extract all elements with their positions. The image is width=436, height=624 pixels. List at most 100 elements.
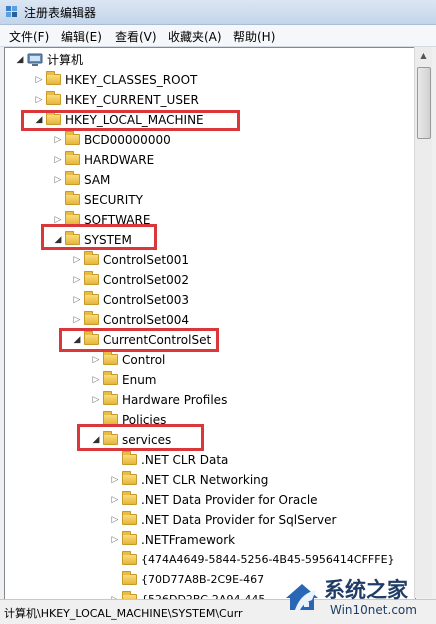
registry-tree[interactable]: ◢ 计算机 ▷ HKEY_CLASSES_ROOT ▷ HKEY_CURRENT_USER… [4,47,416,600]
folder-icon [122,491,137,505]
title-bar: 注册表编辑器 [0,0,436,25]
tree-node-label: .NET Data Provider for Oracle [141,493,318,507]
tree-node-label: HARDWARE [84,153,155,167]
tree-node-label: ControlSet001 [103,253,189,267]
tree-node[interactable]: ▷ ControlSet001 [72,250,189,270]
folder-icon [84,271,99,285]
tree-node-label: .NET Data Provider for SqlServer [141,513,337,527]
vertical-scrollbar[interactable]: ▲ [414,47,432,598]
tree-node[interactable]: ▷ ControlSet002 [72,270,189,290]
scroll-thumb[interactable] [417,67,431,139]
tree-node[interactable]: SECURITY [53,190,143,210]
menu-edit[interactable]: 编辑(E) [61,28,102,45]
expand-arrow-icon[interactable]: ▷ [72,310,82,330]
folder-icon [122,531,137,545]
tree-node[interactable]: {474A4649-5844-5256-4B45-5956414CFFFE} [110,550,395,570]
tree-node[interactable]: ▷ .NET CLR Networking [110,470,268,490]
expand-arrow-icon[interactable]: ▷ [110,490,120,510]
expand-arrow-icon[interactable]: ▷ [34,90,44,110]
folder-icon [46,71,61,85]
folder-icon [103,351,118,365]
menu-help[interactable]: 帮助(H) [233,28,275,45]
folder-icon [122,551,137,565]
tree-node-label: HKEY_CLASSES_ROOT [65,73,198,87]
tree-node-label: {70D77A8B-2C9E-467 [141,573,265,586]
watermark-site: Win10net.com [330,603,417,617]
tree-node[interactable]: .NET CLR Data [110,450,228,470]
tree-node[interactable]: ▷ HARDWARE [53,150,154,170]
menu-file[interactable]: 文件(F) [9,28,49,45]
folder-icon [65,151,80,165]
tree-node[interactable]: ▷ .NETFramework [110,530,235,550]
tree-node-label: .NETFramework [141,533,236,547]
expand-arrow-icon[interactable]: ▷ [53,170,63,190]
tree-node[interactable]: ▷ HKEY_CLASSES_ROOT [34,70,197,90]
expand-arrow-icon[interactable]: ▷ [91,390,101,410]
highlight-hkey-local-machine [21,110,240,131]
expand-arrow-icon[interactable]: ▷ [72,290,82,310]
tree-node-label: HKEY_CURRENT_USER [65,93,199,107]
menu-view[interactable]: 查看(V) [115,28,157,45]
tree-node[interactable]: ▷ Enum [91,370,156,390]
folder-icon [122,511,137,525]
tree-node-label: Hardware Profiles [122,393,228,407]
tree-node-label: Enum [122,373,157,387]
collapse-arrow-icon[interactable]: ◢ [15,50,25,70]
watermark-name: 系统之家 [324,578,408,602]
folder-icon [84,311,99,325]
watermark: 系统之家 Win10net.com [282,572,434,622]
tree-node-label: 计算机 [47,53,84,67]
tree-node[interactable]: ▷ SAM [53,170,110,190]
expand-arrow-icon[interactable]: ▷ [72,270,82,290]
expand-arrow-icon[interactable]: ▷ [34,70,44,90]
highlight-services [77,424,204,451]
expand-arrow-icon[interactable]: ▷ [53,150,63,170]
folder-icon [122,571,137,585]
tree-node[interactable]: ▷ BCD00000000 [53,130,171,150]
tree-node[interactable]: ▷ .NET Data Provider for Oracle [110,490,318,510]
tree-node-label: {474A4649-5844-5256-4B45-5956414CFFFE} [141,553,395,566]
folder-icon [46,91,61,105]
expand-arrow-icon[interactable]: ▷ [53,130,63,150]
expand-arrow-icon[interactable]: ▷ [110,530,120,550]
tree-node-label: Control [122,353,166,367]
tree-node[interactable]: ▷ .NET Data Provider for SqlServer [110,510,336,530]
highlight-system [41,224,157,250]
expand-arrow-icon[interactable]: ▷ [110,510,120,530]
tree-node[interactable]: ▷ HKEY_CURRENT_USER [34,90,199,110]
menu-favorites[interactable]: 收藏夹(A) [168,28,222,45]
folder-icon [103,371,118,385]
tree-node-label: .NET CLR Data [141,453,229,467]
tree-node[interactable]: ▷ ControlSet003 [72,290,189,310]
tree-node-label: ControlSet002 [103,273,189,287]
tree-node[interactable]: ◢ 计算机 [15,50,83,70]
tree-node[interactable]: ▷ ControlSet004 [72,310,189,330]
expand-arrow-icon[interactable]: ▷ [110,470,120,490]
folder-icon [122,471,137,485]
folder-icon [103,391,118,405]
menu-bar: 文件(F) 编辑(E) 查看(V) 收藏夹(A) 帮助(H) [0,25,436,47]
expand-arrow-icon[interactable]: ▷ [91,370,101,390]
regedit-icon [6,6,17,17]
tree-node-label: .NET CLR Networking [141,473,269,487]
status-path: 计算机\HKEY_LOCAL_MACHINE\SYSTEM\Curr [4,607,243,620]
tree-node-label: ControlSet003 [103,293,189,307]
tree-node[interactable]: ▷ Control [91,350,165,370]
scroll-up-arrow-icon[interactable]: ▲ [416,48,431,64]
watermark-house-logo-icon [286,584,318,610]
expand-arrow-icon[interactable]: ▷ [72,250,82,270]
folder-icon [84,291,99,305]
highlight-currentcontrolset [59,328,219,352]
tree-node-label: SECURITY [84,193,143,207]
tree-node-label: ControlSet004 [103,313,189,327]
tree-node[interactable]: {70D77A8B-2C9E-467 [110,570,264,590]
tree-node-label: SAM [84,173,111,187]
computer-icon [27,53,43,66]
folder-icon [65,191,80,205]
folder-icon [65,171,80,185]
folder-icon [84,251,99,265]
folder-icon [65,131,80,145]
tree-node[interactable]: ▷ Hardware Profiles [91,390,227,410]
expand-arrow-icon[interactable]: ▷ [91,350,101,370]
folder-icon [122,451,137,465]
